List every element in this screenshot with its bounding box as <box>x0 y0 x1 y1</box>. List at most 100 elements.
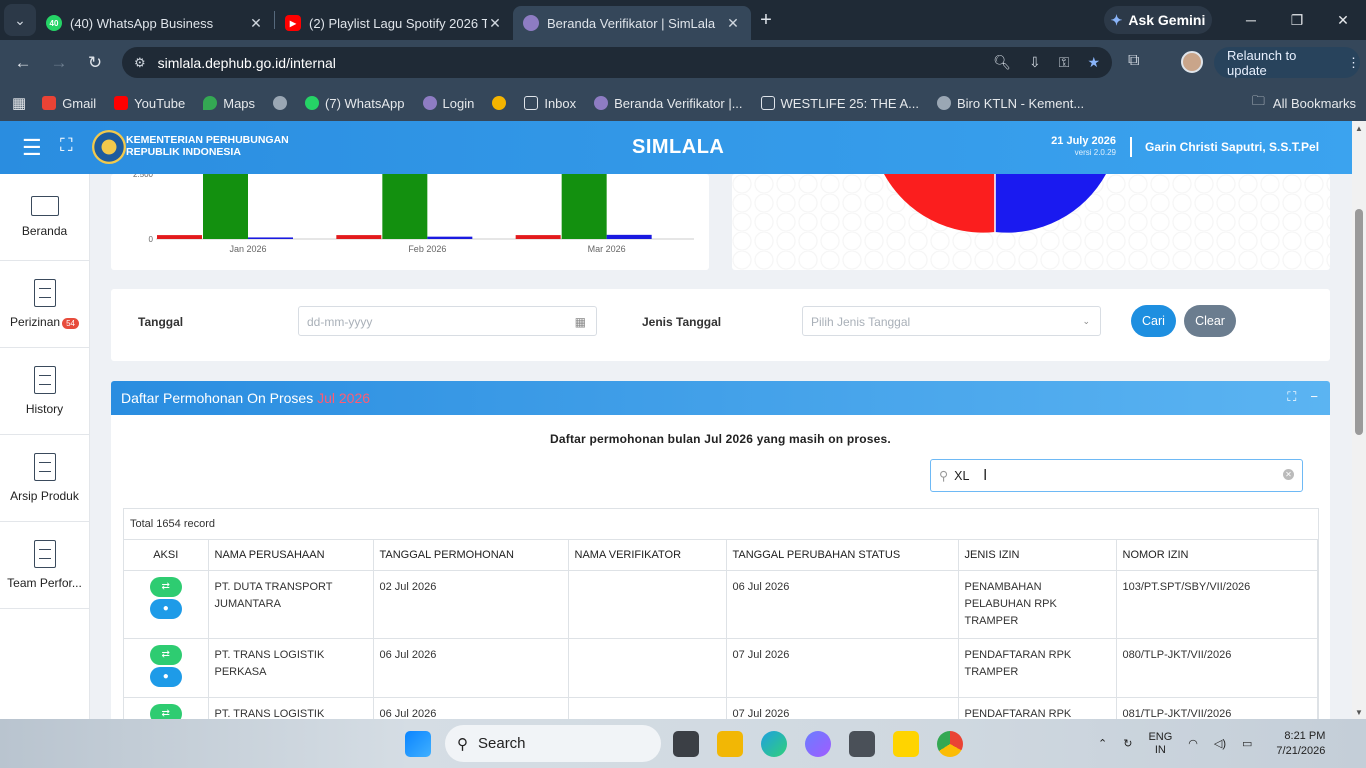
task-view-icon[interactable] <box>673 731 699 757</box>
bookmark-gmail[interactable]: Gmail <box>42 96 96 111</box>
reload-button[interactable]: ↻ <box>77 53 113 73</box>
bookmark-whatsapp[interactable]: (7) WhatsApp <box>305 96 405 111</box>
bar-2-0[interactable] <box>515 235 561 239</box>
install-icon[interactable]: ⇩ <box>1029 54 1041 71</box>
copilot-icon[interactable] <box>805 731 831 757</box>
camera-icon[interactable] <box>849 731 875 757</box>
change-status-button[interactable]: ⇄ <box>149 644 182 665</box>
sidebar-item-arsip-produk[interactable]: Arsip Produk <box>0 435 89 522</box>
sync-icon[interactable]: ↻ <box>1123 737 1132 750</box>
zoom-icon[interactable]: 🔍︎ <box>993 54 1011 71</box>
bookmark-photos[interactable] <box>492 96 507 110</box>
col-nama-verifikator[interactable]: NAMA VERIFIKATOR <box>568 540 727 571</box>
bar-1-1[interactable] <box>382 174 428 239</box>
site-info-icon[interactable]: ⚙ <box>134 55 146 71</box>
language-indicator[interactable]: ENG IN <box>1148 731 1172 757</box>
password-key-icon[interactable]: ⚿ <box>1059 54 1070 71</box>
close-tab-icon[interactable]: ✕ <box>248 15 264 32</box>
jenis-tanggal-select[interactable]: Pilih Jenis Tanggal ⌄ <box>802 306 1101 336</box>
more-menu-icon[interactable]: ⋮ <box>1347 55 1360 71</box>
bar-1-0[interactable] <box>336 235 382 239</box>
chevron-up-icon[interactable]: ⌃ <box>1098 737 1107 750</box>
cari-button[interactable]: Cari <box>1131 305 1176 337</box>
table-search-input[interactable]: ⚲ XL I ✕ <box>930 459 1303 492</box>
col-tanggal-perubahan-status[interactable]: TANGGAL PERUBAHAN STATUS <box>726 540 959 571</box>
bar-0-2[interactable] <box>248 237 293 239</box>
back-button[interactable]: ← <box>5 53 41 73</box>
bar-0-0[interactable] <box>157 235 202 239</box>
collapse-icon[interactable]: − <box>1310 389 1318 405</box>
forward-button[interactable]: → <box>41 53 77 73</box>
volume-icon[interactable]: ◁) <box>1214 737 1226 750</box>
bookmark-maps[interactable]: Maps <box>203 96 255 111</box>
bookmark-inbox[interactable]: Inbox <box>524 96 576 111</box>
tab-whatsapp[interactable]: 40 (40) WhatsApp Business ✕ <box>36 6 274 40</box>
scroll-down-icon[interactable]: ▼ <box>1355 708 1363 717</box>
view-button[interactable]: ● <box>149 666 182 687</box>
clock[interactable]: 8:21 PM 7/21/2026 <box>1276 729 1325 759</box>
bookmark-youtube[interactable]: YouTube <box>114 96 185 111</box>
bookmark-globe[interactable] <box>273 96 288 110</box>
edge-icon[interactable] <box>761 731 787 757</box>
maximize-button[interactable]: ❐ <box>1274 0 1320 40</box>
all-bookmarks-button[interactable]: 🗀 All Bookmarks <box>1252 85 1356 121</box>
relaunch-button[interactable]: Relaunch to update ⋮ <box>1214 47 1360 78</box>
close-window-button[interactable]: ✕ <box>1320 0 1366 40</box>
calendar-icon[interactable]: ▦ <box>575 315 586 329</box>
ask-gemini-button[interactable]: ✦ Ask Gemini <box>1104 6 1212 34</box>
apps-grid-icon[interactable]: ▦ <box>12 94 26 112</box>
col-aksi[interactable]: AKSI <box>124 540 209 571</box>
battery-icon[interactable]: ▭ <box>1242 737 1252 750</box>
file-explorer-icon[interactable] <box>717 731 743 757</box>
address-bar[interactable]: ⚙ simlala.dephub.go.id/internal 🔍︎ ⇩ ⚿ ★ <box>122 47 1112 78</box>
minimize-button[interactable]: ─ <box>1228 0 1274 40</box>
close-tab-icon[interactable]: ✕ <box>487 15 503 32</box>
bookmark-login[interactable]: Login <box>422 96 474 111</box>
extensions-icon[interactable]: ⧉ <box>1128 52 1139 70</box>
document-icon <box>33 366 56 394</box>
bookmark-biro-ktln[interactable]: Biro KTLN - Kement... <box>937 96 1084 111</box>
tab-youtube[interactable]: ▶ (2) Playlist Lagu Spotify 2026 Te ✕ <box>275 6 513 40</box>
sidebar-item-team-performance[interactable]: Team Perfor... <box>0 522 89 609</box>
document-icon <box>33 279 56 307</box>
clear-button[interactable]: Clear <box>1184 305 1236 337</box>
chrome-icon[interactable] <box>937 731 963 757</box>
col-nomor-izin[interactable]: NOMOR IZIN <box>1116 540 1318 571</box>
windows-start-icon[interactable] <box>405 731 431 757</box>
change-status-button[interactable]: ⇄ <box>149 703 182 719</box>
col-nama-perusahaan[interactable]: NAMA PERUSAHAAN <box>208 540 374 571</box>
col-tanggal-permohonan[interactable]: TANGGAL PERMOHONAN <box>373 540 569 571</box>
expand-icon[interactable]: ⛶ <box>1287 389 1296 405</box>
bar-2-2[interactable] <box>606 234 652 239</box>
close-tab-icon[interactable]: ✕ <box>725 15 741 32</box>
globe-icon <box>937 96 951 110</box>
tanggal-input[interactable]: dd-mm-yyyy ▦ <box>298 306 597 336</box>
clear-search-icon[interactable]: ✕ <box>1283 469 1294 480</box>
sidebar-item-history[interactable]: History <box>0 348 89 435</box>
bookmark-star-icon[interactable]: ★ <box>1087 54 1100 71</box>
col-jenis-izin[interactable]: JENIS IZIN <box>958 540 1117 571</box>
sidebar-item-beranda[interactable]: Beranda <box>0 174 89 261</box>
fullscreen-icon[interactable]: ⛶ <box>60 135 73 156</box>
user-name[interactable]: Garin Christi Saputri, S.S.T.Pel <box>1145 140 1319 154</box>
sidebar-item-label-wrap: Perizinan 54 <box>10 315 79 329</box>
bookmark-beranda[interactable]: Beranda Verifikator |... <box>594 96 743 111</box>
change-status-button[interactable]: ⇄ <box>149 576 182 597</box>
sidebar-item-perizinan[interactable]: Perizinan 54 <box>0 261 89 348</box>
sticky-notes-icon[interactable] <box>893 731 919 757</box>
scrollbar-thumb[interactable] <box>1355 209 1363 435</box>
view-button[interactable]: ● <box>149 598 182 619</box>
bar-1-2[interactable] <box>427 236 473 239</box>
profile-avatar[interactable] <box>1181 51 1203 73</box>
bookmark-westlife[interactable]: WESTLIFE 25: THE A... <box>760 96 919 111</box>
taskbar-search[interactable]: ⚲ Search <box>445 725 661 762</box>
scroll-up-icon[interactable]: ▲ <box>1355 124 1363 133</box>
new-tab-button[interactable]: + <box>751 9 781 32</box>
page-scrollbar[interactable]: ▲ ▼ <box>1352 121 1366 719</box>
tab-search-button[interactable]: ⌄ <box>4 4 36 36</box>
bar-2-1[interactable] <box>561 174 607 239</box>
wifi-icon[interactable]: ◠ <box>1188 737 1198 750</box>
hamburger-menu-icon[interactable]: ☰ <box>22 135 42 161</box>
tab-simlala[interactable]: Beranda Verifikator | SimLala ✕ <box>513 6 751 40</box>
bar-0-1[interactable] <box>203 174 248 239</box>
